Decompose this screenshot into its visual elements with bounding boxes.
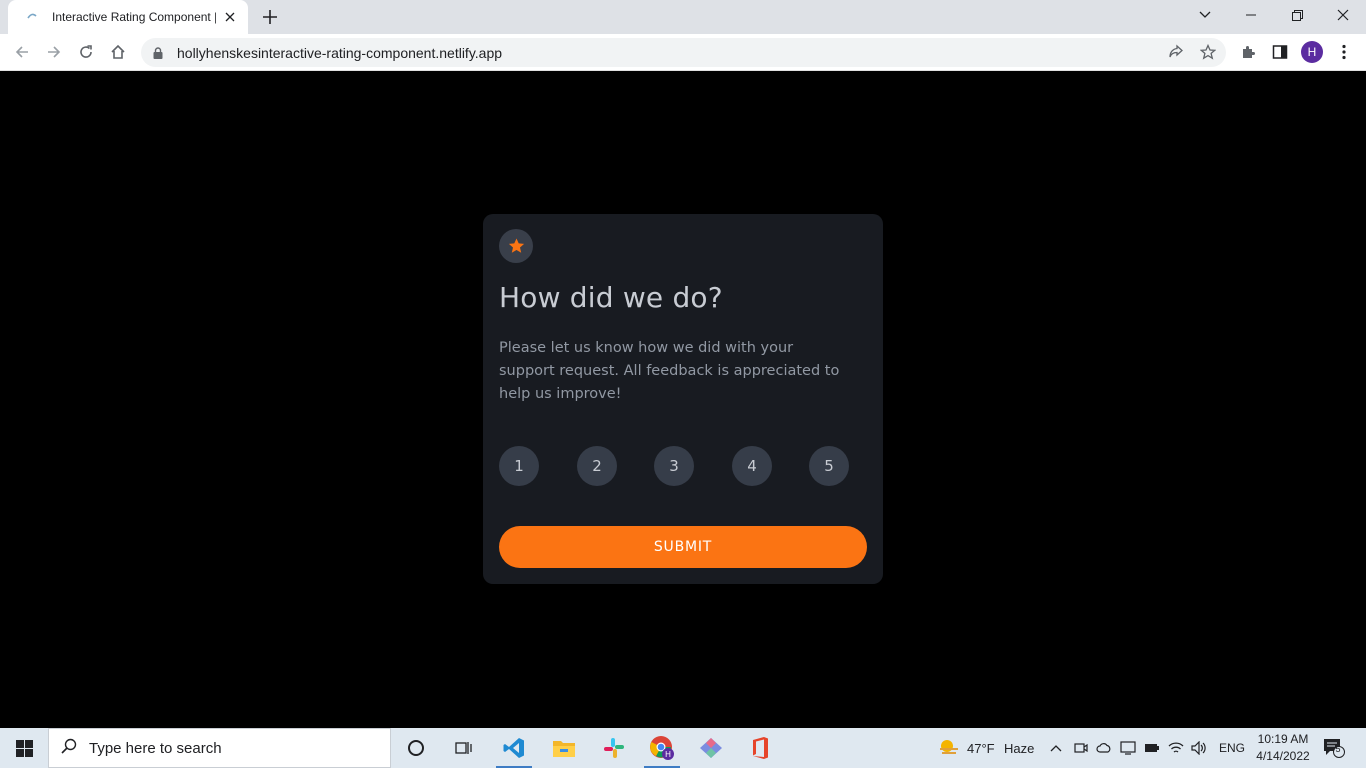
- clock-date: 4/14/2022: [1256, 749, 1310, 763]
- vscode-icon[interactable]: [490, 728, 538, 768]
- close-tab-icon[interactable]: [222, 9, 238, 25]
- tab-search-icon[interactable]: [1182, 0, 1228, 30]
- card-heading: How did we do?: [499, 281, 723, 314]
- page-viewport: How did we do? Please let us know how we…: [0, 71, 1366, 728]
- rating-button-3[interactable]: 3: [654, 446, 694, 486]
- slack-icon[interactable]: [590, 728, 638, 768]
- share-icon[interactable]: [1167, 43, 1185, 61]
- browser-toolbar: hollyhenskesinteractive-rating-component…: [0, 34, 1366, 71]
- profile-avatar[interactable]: H: [1301, 41, 1323, 63]
- home-button[interactable]: [104, 38, 132, 66]
- extensions-icon[interactable]: [1238, 42, 1258, 62]
- volume-icon[interactable]: [1191, 740, 1207, 756]
- rating-card: How did we do? Please let us know how we…: [483, 214, 883, 584]
- forward-button[interactable]: [40, 38, 68, 66]
- rating-button-2[interactable]: 2: [577, 446, 617, 486]
- browser-tab[interactable]: Interactive Rating Component | F: [8, 0, 248, 34]
- search-placeholder: Type here to search: [89, 739, 222, 757]
- onedrive-cloud-icon[interactable]: [1096, 740, 1112, 756]
- windows-taskbar: Type here to search H 47°F Haze ENG 10:1…: [0, 728, 1366, 768]
- cortana-icon[interactable]: [392, 728, 440, 768]
- task-view-icon[interactable]: [440, 728, 488, 768]
- side-panel-icon[interactable]: [1270, 42, 1290, 62]
- weather-haze-icon[interactable]: [938, 739, 960, 755]
- tab-title: Interactive Rating Component | F: [52, 10, 216, 24]
- office-icon[interactable]: [736, 728, 784, 768]
- restore-button[interactable]: [1274, 0, 1320, 30]
- browser-tab-bar: Interactive Rating Component | F: [0, 0, 1366, 34]
- back-button[interactable]: [8, 38, 36, 66]
- windows-start-icon[interactable]: [0, 728, 48, 768]
- menu-kebab-icon[interactable]: [1334, 42, 1354, 62]
- rating-options: 1 2 3 4 5: [499, 446, 849, 486]
- address-bar[interactable]: hollyhenskesinteractive-rating-component…: [141, 38, 1226, 67]
- battery-icon[interactable]: [1144, 740, 1160, 756]
- close-window-button[interactable]: [1320, 0, 1366, 30]
- language-indicator[interactable]: ENG: [1219, 741, 1245, 755]
- card-description: Please let us know how we did with your …: [499, 340, 840, 402]
- taskbar-search-box[interactable]: Type here to search: [48, 728, 391, 768]
- favicon-icon: [24, 9, 40, 25]
- new-tab-button[interactable]: [258, 5, 282, 29]
- bookmark-star-icon[interactable]: [1199, 43, 1217, 61]
- notification-center-icon[interactable]: 5: [1322, 736, 1346, 760]
- notification-count: 5: [1335, 744, 1341, 754]
- rating-button-1[interactable]: 1: [499, 446, 539, 486]
- url-text: hollyhenskesinteractive-rating-component…: [177, 44, 503, 61]
- reload-button[interactable]: [72, 38, 100, 66]
- git-icon[interactable]: [687, 728, 735, 768]
- wifi-icon[interactable]: [1168, 740, 1184, 756]
- lock-icon: [153, 46, 165, 59]
- search-icon: [61, 738, 77, 759]
- minimize-button[interactable]: [1228, 0, 1274, 30]
- meet-now-icon[interactable]: [1073, 740, 1089, 756]
- taskbar-clock[interactable]: 10:19 AM 4/14/2022: [1248, 731, 1318, 765]
- rating-button-4[interactable]: 4: [732, 446, 772, 486]
- svg-text:H: H: [665, 750, 671, 759]
- clock-time: 10:19 AM: [1257, 732, 1309, 746]
- chevron-up-icon[interactable]: [1048, 740, 1064, 756]
- rating-button-5[interactable]: 5: [809, 446, 849, 486]
- display-icon[interactable]: [1120, 740, 1136, 756]
- weather-condition[interactable]: Haze: [1004, 741, 1034, 756]
- weather-temperature[interactable]: 47°F: [967, 741, 995, 756]
- star-icon: [499, 229, 533, 263]
- submit-button[interactable]: SUBMIT: [499, 526, 867, 568]
- file-explorer-icon[interactable]: [540, 728, 588, 768]
- chrome-icon[interactable]: H: [638, 728, 686, 768]
